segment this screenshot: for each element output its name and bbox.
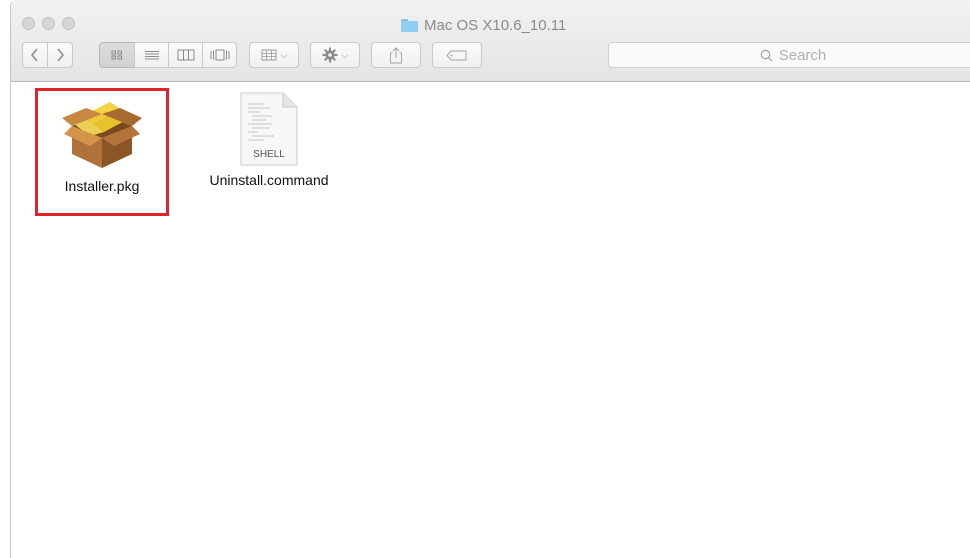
file-item-installer[interactable]: Installer.pkg — [49, 96, 155, 194]
icon-view-icon — [111, 50, 122, 60]
arrange-button[interactable]: ⌵ — [249, 42, 299, 68]
list-view-button[interactable] — [134, 42, 169, 68]
search-placeholder: Search — [778, 46, 827, 64]
finder-window: Mac OS X10.6_10.11 ⌵ ⌵ Search Installer.… — [10, 0, 970, 558]
tag-button[interactable] — [432, 42, 482, 68]
search-field[interactable]: Search — [608, 42, 970, 68]
shell-script-icon: SHELL — [240, 92, 298, 166]
window-title: Mac OS X10.6_10.11 — [401, 16, 566, 34]
tag-icon — [446, 50, 467, 60]
action-button[interactable]: ⌵ — [310, 42, 360, 68]
cover-flow-icon — [210, 49, 229, 61]
folder-icon — [401, 18, 418, 32]
chevron-down-icon: ⌵ — [341, 49, 349, 60]
back-button[interactable] — [22, 42, 48, 68]
share-button[interactable] — [371, 42, 421, 68]
minimize-window-button[interactable] — [42, 17, 55, 30]
chevron-down-icon: ⌵ — [280, 49, 288, 60]
forward-button[interactable] — [47, 42, 73, 68]
column-view-icon — [177, 49, 194, 61]
cover-flow-button[interactable] — [202, 42, 237, 68]
chevron-left-icon — [31, 48, 38, 62]
share-icon — [390, 46, 402, 63]
zoom-window-button[interactable] — [62, 17, 75, 30]
title-bar: Mac OS X10.6_10.11 ⌵ ⌵ Search — [11, 0, 970, 82]
file-item-uninstall[interactable]: SHELL Uninstall.command — [199, 92, 339, 188]
gear-icon — [322, 47, 338, 63]
arrange-grid-icon — [261, 49, 277, 61]
icon-view-button[interactable] — [99, 42, 135, 68]
window-title-text: Mac OS X10.6_10.11 — [424, 16, 567, 34]
column-view-button[interactable] — [168, 42, 203, 68]
file-name: Uninstall.command — [209, 172, 329, 188]
file-name: Installer.pkg — [64, 178, 140, 194]
list-view-icon — [144, 50, 159, 59]
chevron-right-icon — [57, 48, 64, 62]
search-icon — [760, 49, 773, 61]
file-area: Installer.pkg SHELL Uninstall.command — [11, 82, 970, 558]
shell-badge: SHELL — [253, 149, 285, 160]
close-window-button[interactable] — [22, 17, 35, 30]
package-icon — [62, 102, 142, 168]
